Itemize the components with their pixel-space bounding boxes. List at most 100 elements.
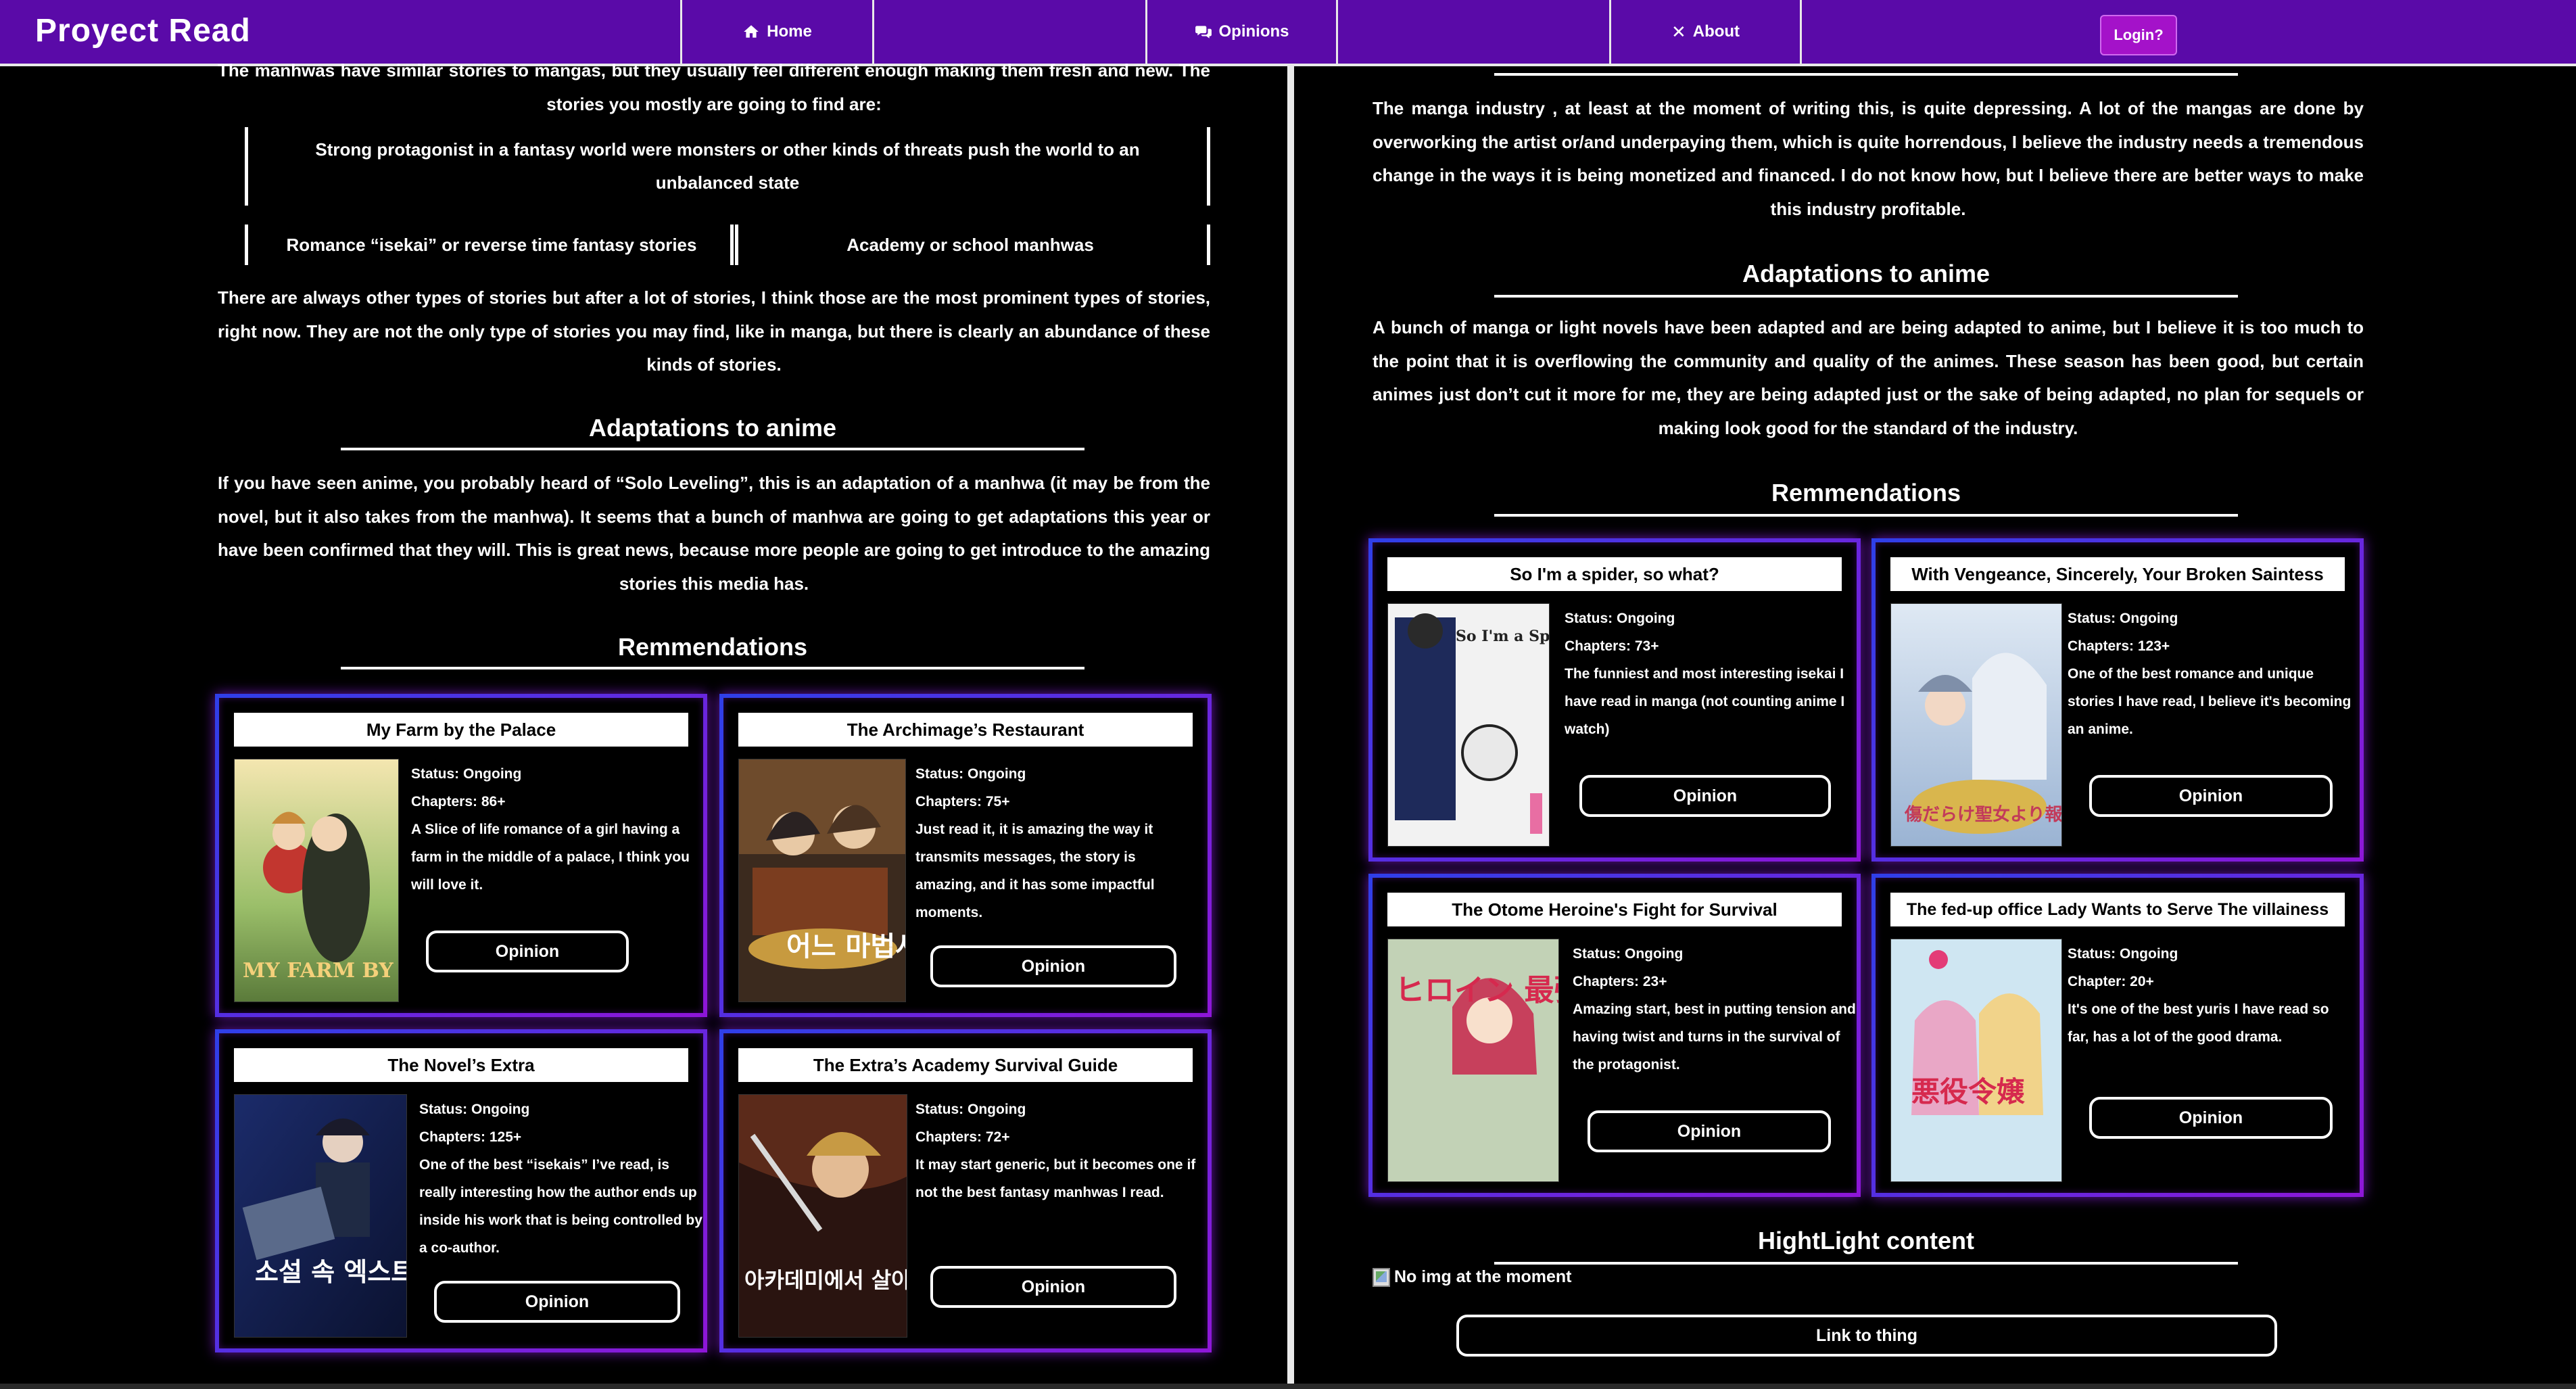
left-adapt-text: If you have seen anime, you probably hea… [218, 473, 1210, 594]
card-title: So I'm a spider, so what? [1387, 557, 1842, 591]
card-description: The funniest and most interesting isekai… [1565, 666, 1845, 737]
broken-image-icon [1373, 1267, 1390, 1287]
card-chapters: Chapters: 123+ [2068, 638, 2170, 654]
card-info: Status: Ongoing Chapters: 123+ One of th… [2068, 605, 2352, 743]
card-description: Amazing start, best in putting tension a… [1573, 1002, 1856, 1073]
cover-art: So I'm a Spider, So What? [1388, 604, 1549, 846]
left-intro-text: The manhwas have similar stories to mang… [218, 60, 1210, 114]
card-description: One of the best “isekais” I’ve read, is … [419, 1157, 702, 1256]
brand-logo[interactable]: Proyect Read [35, 12, 251, 49]
right-intro-text: The manga industry , at least at the mom… [1373, 98, 2364, 219]
story-type-3-text: Academy or school manhwas [846, 234, 1094, 255]
card-info: Status: Ongoing Chapters: 23+ Amazing st… [1573, 940, 1857, 1079]
card-status: Status: Ongoing [2068, 946, 2178, 962]
card-status: Status: Ongoing [1565, 611, 1675, 626]
rec-card: So I'm a spider, so what? So I'm a Spide… [1368, 538, 1861, 862]
card-status: Status: Ongoing [2068, 611, 2178, 626]
cover-image: 소설 속 엑스트라 [234, 1094, 407, 1338]
bottom-scroll-edge [0, 1384, 2576, 1389]
nav-opinions-label: Opinions [1218, 22, 1289, 41]
image-alt-text: No img at the moment [1394, 1267, 1572, 1286]
card-description: It's one of the best yuris I have read s… [2068, 1002, 2329, 1045]
opinion-button[interactable]: Opinion [434, 1281, 680, 1323]
highlight-image-placeholder: No img at the moment [1373, 1267, 1572, 1287]
nav-about-label: About [1692, 22, 1740, 41]
card-info: Status: Ongoing Chapters: 125+ One of th… [419, 1096, 703, 1262]
nav-spacer [1336, 0, 1609, 64]
card-chapters: Chapters: 23+ [1573, 974, 1667, 989]
cover-art: 傷だらけ聖女より報復をこめて [1891, 604, 2062, 846]
left-para-2: There are always other types of stories … [218, 287, 1210, 375]
card-chapters: Chapter: 20+ [2068, 974, 2154, 989]
card-title: The fed-up office Lady Wants to Serve Th… [1890, 893, 2345, 926]
cover-image: 悪役令嬢 [1890, 939, 2062, 1182]
rec-card: The Extra’s Academy Survival Guide 아카데미에… [719, 1029, 1212, 1352]
cover-title-text: 悪役令嬢 [1911, 1075, 2025, 1108]
left-adapt-heading: Adaptations to anime [588, 414, 837, 442]
card-description: A Slice of life romance of a girl having… [411, 822, 690, 893]
cover-art: 悪役令嬢 [1891, 939, 2061, 1181]
opinion-button[interactable]: Opinion [2089, 1097, 2333, 1139]
card-status: Status: Ongoing [915, 1102, 1026, 1117]
cover-title-text: 소설 속 엑스트라 [255, 1257, 407, 1287]
opinion-button[interactable]: Opinion [930, 1266, 1176, 1308]
card-chapters: Chapters: 72+ [915, 1129, 1010, 1145]
opinion-button[interactable]: Opinion [426, 931, 629, 972]
card-status: Status: Ongoing [419, 1102, 530, 1117]
card-chapters: Chapters: 86+ [411, 794, 506, 809]
cover-art: MY FARM BY THE PALACE [235, 759, 399, 1002]
cover-art: 어느 마법사의 식당 [739, 759, 906, 1002]
card-title: My Farm by the Palace [234, 713, 688, 747]
cover-image: So I'm a Spider, So What? [1387, 603, 1550, 847]
cover-title-text: ヒロイン 最強サバイバル [1395, 973, 1559, 1008]
card-info: Status: Ongoing Chapters: 72+ It may sta… [915, 1096, 1199, 1206]
story-type-2-text: Romance “isekai” or reverse time fantasy… [286, 234, 697, 255]
cover-image: 아카데미에서 살아남기 [738, 1094, 907, 1338]
card-info: Status: Ongoing Chapters: 75+ Just read … [915, 760, 1199, 926]
card-status: Status: Ongoing [915, 766, 1026, 782]
heading-underline [341, 448, 1084, 450]
card-info: Status: Ongoing Chapter: 20+ It's one of… [2068, 940, 2352, 1051]
heading-underline [1494, 73, 2238, 76]
nav-about[interactable]: ✕ About [1609, 0, 1800, 64]
cover-title-text: 傷だらけ聖女より報復をこめて [1904, 804, 2062, 825]
story-type-1-text: Strong protagonist in a fantasy world we… [315, 139, 1140, 193]
comments-icon [1195, 26, 1212, 39]
card-description: One of the best romance and unique stori… [2068, 666, 2352, 737]
login-button[interactable]: Login? [2100, 15, 2177, 55]
opinion-button[interactable]: Opinion [1588, 1110, 1831, 1152]
card-chapters: Chapters: 73+ [1565, 638, 1659, 654]
left-rec-heading: Remmendations [617, 633, 808, 661]
opinion-button[interactable]: Opinion [1579, 775, 1831, 817]
card-title: The Archimage’s Restaurant [738, 713, 1193, 747]
close-x-icon: ✕ [1671, 21, 1686, 42]
link-to-thing-button[interactable]: Link to thing [1456, 1315, 2277, 1357]
opinion-button[interactable]: Opinion [930, 945, 1176, 987]
rec-card: My Farm by the Palace MY FARM BY THE PAL… [215, 694, 707, 1017]
card-title: With Vengeance, Sincerely, Your Broken S… [1890, 557, 2345, 591]
heading-underline [341, 667, 1084, 669]
card-description: Just read it, it is amazing the way it t… [915, 822, 1155, 920]
story-type-2: Romance “isekai” or reverse time fantasy… [245, 225, 738, 265]
rec-card: The fed-up office Lady Wants to Serve Th… [1871, 874, 2364, 1197]
heading-underline [1494, 1262, 2238, 1265]
cover-title-text: 아카데미에서 살아남기 [744, 1267, 907, 1293]
card-title: The Otome Heroine's Fight for Survival [1387, 893, 1842, 926]
cover-title-text: MY FARM BY THE PALACE [243, 959, 399, 983]
cover-title-text: 어느 마법사의 식당 [786, 931, 906, 962]
card-description: It may start generic, but it becomes one… [915, 1157, 1196, 1200]
card-info: Status: Ongoing Chapters: 86+ A Slice of… [411, 760, 695, 899]
cover-art: 소설 속 엑스트라 [235, 1095, 407, 1337]
cover-art: 아카데미에서 살아남기 [739, 1095, 907, 1337]
cover-art: ヒロイン 最強サバイバル [1388, 939, 1559, 1181]
right-rec-heading: Remmendations [1771, 479, 1961, 507]
card-status: Status: Ongoing [1573, 946, 1684, 962]
cover-image: ヒロイン 最強サバイバル [1387, 939, 1559, 1182]
cover-image: 어느 마법사의 식당 [738, 759, 906, 1002]
column-divider [1287, 66, 1294, 1389]
heading-underline [1494, 514, 2238, 517]
opinion-button[interactable]: Opinion [2089, 775, 2333, 817]
rec-card: The Novel’s Extra 소설 속 엑스트라 Status: Ongo… [215, 1029, 707, 1352]
cover-image: 傷だらけ聖女より報復をこめて [1890, 603, 2062, 847]
card-info: Status: Ongoing Chapters: 73+ The funnie… [1565, 605, 1848, 743]
